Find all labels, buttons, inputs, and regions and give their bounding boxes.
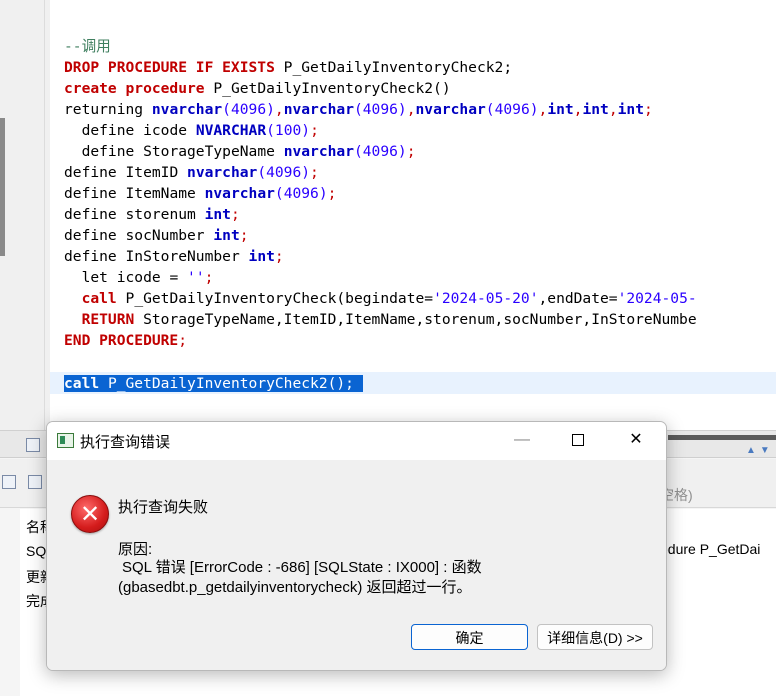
code-line-define-icode: define icode NVARCHAR(100);: [81, 122, 319, 139]
maximize-button[interactable]: [555, 422, 601, 460]
dialog-content: ✕ 执行查询失败 原因: SQL 错误 [ErrorCode : -686] […: [47, 460, 666, 670]
document-icon[interactable]: [28, 475, 42, 489]
error-detail-line-1: SQL 错误 [ErrorCode : -686] [SQLState : IX…: [122, 559, 482, 576]
error-icon: ✕: [71, 495, 109, 533]
panel-arrows-icon[interactable]: ▲▼: [746, 445, 774, 456]
code-line-define-storagetypename: define StorageTypeName nvarchar(4096);: [81, 143, 416, 160]
code-line-end-procedure: END PROCEDURE;: [64, 332, 188, 349]
sql-editor[interactable]: --调用 DROP PROCEDURE IF EXISTS P_GetDaily…: [50, 0, 776, 430]
maximize-icon: [572, 433, 584, 446]
toolbar-icon[interactable]: [2, 475, 16, 489]
error-dialog: 执行查询错误 — ✕ ✕ 执行查询失败 原因: SQL 错误 [ErrorCod…: [46, 421, 667, 671]
code-line-returning: returning nvarchar(4096),nvarchar(4096),…: [64, 101, 653, 118]
code-line-call-selected[interactable]: call P_GetDailyInventoryCheck2();: [64, 373, 363, 394]
error-reason-label: 原因:: [118, 541, 153, 558]
code-line-call-inner: call P_GetDailyInventoryCheck(begindate=…: [81, 290, 697, 307]
error-detail: SQL 错误 [ErrorCode : -686] [SQLState : IX…: [118, 558, 538, 598]
ok-button[interactable]: 确定: [411, 624, 528, 650]
code-line-define-socnumber: define socNumber int;: [64, 227, 249, 244]
dialog-titlebar[interactable]: 执行查询错误 — ✕: [47, 422, 666, 460]
vertical-scrollbar-thumb[interactable]: [0, 118, 5, 256]
minimize-button[interactable]: —: [499, 422, 545, 460]
code-line-define-itemname: define ItemName nvarchar(4096);: [64, 185, 337, 202]
editor-gutter: [0, 0, 51, 430]
gutter-divider: [44, 0, 45, 430]
details-button[interactable]: 详细信息(D) >>: [537, 624, 653, 650]
close-button[interactable]: ✕: [613, 422, 659, 460]
dialog-title: 执行查询错误: [80, 434, 171, 451]
panel-splitter[interactable]: [668, 435, 776, 440]
code-line-define-instorenumber: define InStoreNumber int;: [64, 248, 284, 265]
app-icon: [57, 433, 74, 448]
code-line-let: let icode = '';: [81, 269, 214, 286]
error-detail-line-2: (gbasedbt.p_getdailyinventorycheck) 返回超过…: [118, 579, 472, 596]
error-heading: 执行查询失败: [118, 499, 209, 516]
code-line-comment: --调用: [64, 38, 111, 55]
code-line-create: create procedure P_GetDailyInventoryChec…: [64, 80, 451, 97]
code-line-drop: DROP PROCEDURE IF EXISTS P_GetDailyInven…: [64, 59, 513, 76]
code-line-define-itemid: define ItemID nvarchar(4096);: [64, 164, 319, 181]
grid-tab-icon[interactable]: [26, 438, 40, 452]
grid-cell-sql-text: edure P_GetDai: [660, 541, 761, 557]
code-line-return: RETURN StorageTypeName,ItemID,ItemName,s…: [81, 311, 697, 328]
code-line-define-storenum: define storenum int;: [64, 206, 240, 223]
